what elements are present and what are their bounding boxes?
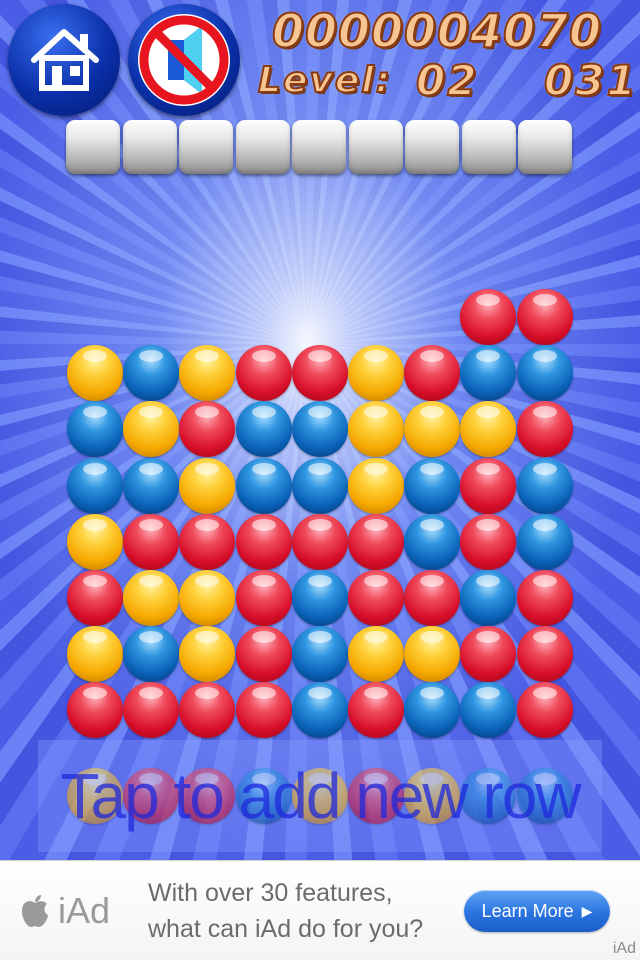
ball-blue[interactable] <box>517 458 573 514</box>
ball-blue[interactable] <box>123 345 179 401</box>
ball-yellow[interactable] <box>179 345 235 401</box>
ball-yellow[interactable] <box>460 401 516 457</box>
ball-blue[interactable] <box>292 458 348 514</box>
ball-blue[interactable] <box>123 626 179 682</box>
ball-red[interactable] <box>236 345 292 401</box>
level-value: 02 <box>415 55 479 106</box>
ball-red[interactable] <box>292 514 348 570</box>
learn-more-button[interactable]: Learn More ▶ <box>464 890 610 932</box>
ad-message-line2: what can iAd do for you? <box>148 915 424 943</box>
ball-yellow[interactable] <box>348 626 404 682</box>
ball-red[interactable] <box>460 514 516 570</box>
ball-yellow[interactable] <box>348 458 404 514</box>
ball-red[interactable] <box>179 401 235 457</box>
ball-yellow[interactable] <box>67 514 123 570</box>
ball-red[interactable] <box>517 570 573 626</box>
progress-cell <box>349 120 403 174</box>
ball-red[interactable] <box>460 458 516 514</box>
sound-toggle-button[interactable] <box>128 4 240 116</box>
moves-counter: 031 <box>543 55 638 106</box>
progress-cell <box>292 120 346 174</box>
ball-yellow[interactable] <box>404 626 460 682</box>
ball-blue[interactable] <box>292 682 348 738</box>
row-progress-bar <box>66 120 576 176</box>
ball-yellow[interactable] <box>67 626 123 682</box>
ball-blue[interactable] <box>404 682 460 738</box>
ball-blue[interactable] <box>404 514 460 570</box>
ball-blue[interactable] <box>460 570 516 626</box>
ad-message: With over 30 features, what can iAd do f… <box>148 875 458 947</box>
ad-message-line1: With over 30 features, <box>148 879 393 907</box>
ball-red[interactable] <box>179 682 235 738</box>
ball-red[interactable] <box>517 682 573 738</box>
ball-red[interactable] <box>123 682 179 738</box>
ball-blue[interactable] <box>67 401 123 457</box>
ball-red[interactable] <box>404 345 460 401</box>
iad-logo: iAd <box>20 890 111 931</box>
ball-yellow[interactable] <box>123 570 179 626</box>
ball-yellow[interactable] <box>348 401 404 457</box>
home-button[interactable] <box>8 4 120 116</box>
add-new-row-label: Tap to add new row <box>60 760 582 832</box>
ball-yellow[interactable] <box>179 458 235 514</box>
ball-blue[interactable] <box>517 345 573 401</box>
ball-red[interactable] <box>179 514 235 570</box>
ball-yellow[interactable] <box>123 401 179 457</box>
ball-red[interactable] <box>517 401 573 457</box>
ball-blue[interactable] <box>460 682 516 738</box>
ball-blue[interactable] <box>460 345 516 401</box>
ball-blue[interactable] <box>292 570 348 626</box>
learn-more-label: Learn More <box>481 900 574 921</box>
ball-red[interactable] <box>348 570 404 626</box>
ball-blue[interactable] <box>236 458 292 514</box>
progress-cell <box>179 120 233 174</box>
ball-blue[interactable] <box>292 626 348 682</box>
sound-muted-icon <box>138 14 230 106</box>
ball-blue[interactable] <box>236 401 292 457</box>
ball-red[interactable] <box>348 514 404 570</box>
ball-yellow[interactable] <box>348 345 404 401</box>
ball-red[interactable] <box>67 682 123 738</box>
ball-red[interactable] <box>67 570 123 626</box>
apple-icon <box>22 895 48 927</box>
progress-cell <box>66 120 120 174</box>
ball-red[interactable] <box>404 570 460 626</box>
ball-red[interactable] <box>517 289 573 345</box>
ball-red[interactable] <box>236 682 292 738</box>
ball-red[interactable] <box>517 626 573 682</box>
ball-yellow[interactable] <box>404 401 460 457</box>
ball-red[interactable] <box>460 626 516 682</box>
ball-blue[interactable] <box>123 458 179 514</box>
progress-cell <box>462 120 516 174</box>
ball-blue[interactable] <box>404 458 460 514</box>
ball-red[interactable] <box>236 626 292 682</box>
ball-red[interactable] <box>236 570 292 626</box>
progress-cell <box>123 120 177 174</box>
home-icon <box>31 29 99 91</box>
ball-red[interactable] <box>236 514 292 570</box>
progress-cell <box>236 120 290 174</box>
ball-blue[interactable] <box>292 401 348 457</box>
score-display: 0000004070 <box>271 3 603 59</box>
iad-corner-label: iAd <box>612 940 636 957</box>
ball-blue[interactable] <box>67 458 123 514</box>
ball-yellow[interactable] <box>67 345 123 401</box>
ball-red[interactable] <box>348 682 404 738</box>
ball-yellow[interactable] <box>179 626 235 682</box>
iad-logo-text: iAd <box>58 890 111 931</box>
ball-red[interactable] <box>460 289 516 345</box>
progress-cell <box>405 120 459 174</box>
level-label: Level: <box>257 59 392 102</box>
ball-red[interactable] <box>292 345 348 401</box>
ball-blue[interactable] <box>517 514 573 570</box>
progress-cell <box>518 120 572 174</box>
ball-red[interactable] <box>123 514 179 570</box>
chevron-right-icon: ▶ <box>581 902 593 919</box>
ball-yellow[interactable] <box>179 570 235 626</box>
